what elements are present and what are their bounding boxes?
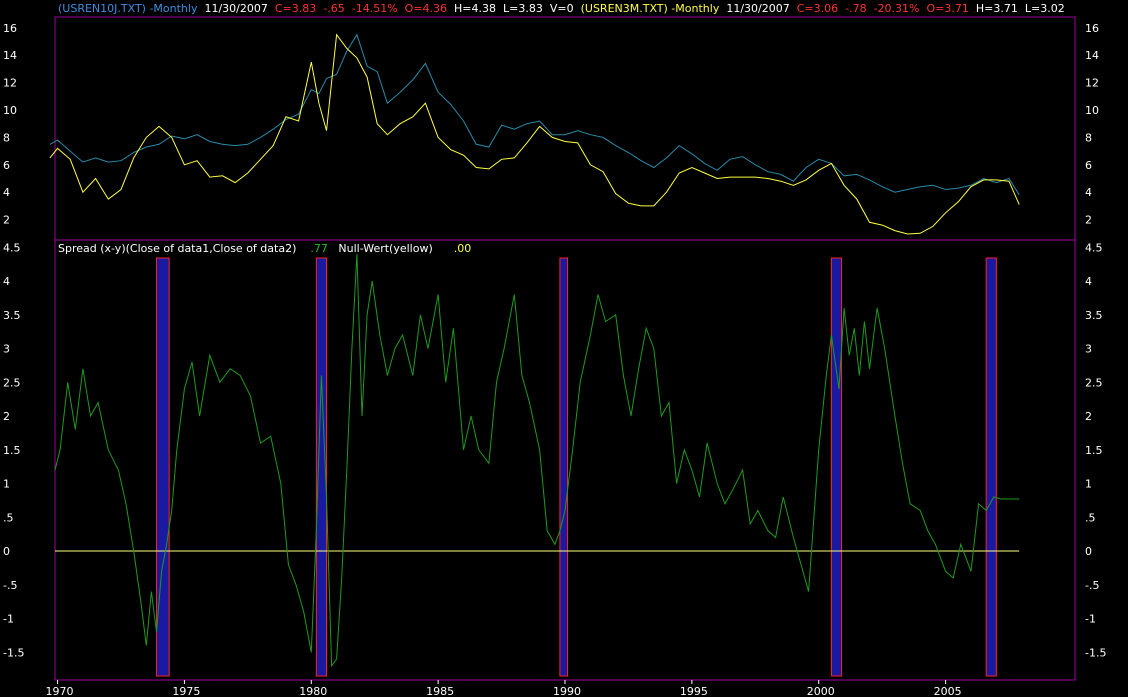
recession-bar xyxy=(559,257,569,677)
bottom-y-tick-right: 2.5 xyxy=(1085,376,1103,389)
bottom-y-tick-left: 4 xyxy=(3,275,10,288)
top-y-tick-right: 16 xyxy=(1085,22,1099,35)
recession-bar xyxy=(830,257,843,677)
bottom-y-tick-left: .5 xyxy=(3,511,14,524)
top-panel-header: (USREN10J.TXT) -Monthly 11/30/2007 C=3.8… xyxy=(58,2,1065,15)
top-panel-frame xyxy=(54,16,1076,241)
bottom-y-tick-left: 2 xyxy=(3,410,10,423)
series1-date: 11/30/2007 xyxy=(204,2,268,15)
bottom-y-tick-left: 3.5 xyxy=(3,309,21,322)
bottom-y-tick-right: 1 xyxy=(1085,478,1092,491)
x-tick-label: 1995 xyxy=(680,685,708,697)
series2-high: H=3.71 xyxy=(975,2,1018,15)
series1-name: (USREN10J.TXT) -Monthly xyxy=(58,2,198,15)
top-y-tick-left: 2 xyxy=(3,214,10,227)
top-y-tick-right: 6 xyxy=(1085,159,1092,172)
x-tick-label: 1975 xyxy=(172,685,200,697)
x-tick-label: 1985 xyxy=(426,685,454,697)
bottom-y-tick-right: 3 xyxy=(1085,343,1092,356)
top-y-tick-right: 8 xyxy=(1085,131,1092,144)
bottom-y-tick-right: 3.5 xyxy=(1085,309,1103,322)
top-y-tick-left: 10 xyxy=(3,104,17,117)
bottom-panel-series xyxy=(54,253,1020,668)
recession-bars xyxy=(155,257,997,677)
bottom-y-tick-left: -1 xyxy=(3,613,14,626)
bottom-y-tick-left: 4.5 xyxy=(3,241,21,254)
chart-canvas: 2 24 46 68 810 1012 1214 1416 16 4.5 4.54 43.5 3.53… xyxy=(3,16,1106,697)
bottom-y-tick-right: 1.5 xyxy=(1085,444,1103,457)
x-axis: 1970 1975 1980 1985 1990 1995 2000 2005 xyxy=(46,680,962,697)
bottom-y-tick-left: -.5 xyxy=(3,579,17,592)
top-y-tick-right: 4 xyxy=(1085,186,1092,199)
bottom-y-tick-right: 0 xyxy=(1085,545,1092,558)
series2-pct: -20.31% xyxy=(873,2,920,15)
x-tick-label: 1990 xyxy=(553,685,581,697)
series2-low: L=3.02 xyxy=(1024,2,1065,15)
top-y-tick-left: 16 xyxy=(3,22,17,35)
x-tick-label: 1980 xyxy=(299,685,327,697)
top-y-tick-left: 12 xyxy=(3,77,17,90)
recession-bar xyxy=(985,257,997,677)
bottom-y-tick-left: -1.5 xyxy=(3,646,24,659)
series1-open: O=4.36 xyxy=(404,2,448,15)
bottom-panel-header: Spread (x-y)(Close of data1,Close of dat… xyxy=(58,242,471,255)
series1-close: C=3.83 xyxy=(274,2,317,15)
series-10y-yield-line xyxy=(49,33,1020,196)
null-value: .00 xyxy=(453,242,472,255)
series1-pct: -14.51% xyxy=(351,2,398,15)
top-panel-border xyxy=(54,16,1076,241)
bottom-y-tick-right: 4 xyxy=(1085,275,1092,288)
series2-date: 11/30/2007 xyxy=(726,2,790,15)
series2-close: C=3.06 xyxy=(796,2,839,15)
top-y-tick-left: 4 xyxy=(3,186,10,199)
top-y-tick-right: 10 xyxy=(1085,104,1099,117)
x-tick-label: 1970 xyxy=(46,685,74,697)
series1-low: L=3.83 xyxy=(503,2,543,15)
spread-value: .77 xyxy=(310,242,328,255)
spread-line xyxy=(54,253,1020,668)
bottom-y-tick-left: 1.5 xyxy=(3,444,21,457)
top-y-tick-right: 12 xyxy=(1085,77,1099,90)
series1-high: H=4.38 xyxy=(454,2,497,15)
x-tick-label: 2000 xyxy=(807,685,835,697)
series2-open: O=3.71 xyxy=(926,2,969,15)
top-y-tick-left: 6 xyxy=(3,159,10,172)
series-3m-yield-line xyxy=(49,33,1020,235)
bottom-y-tick-left: 1 xyxy=(3,478,10,491)
bottom-y-tick-right: 4.5 xyxy=(1085,241,1103,254)
top-y-tick-right: 14 xyxy=(1085,49,1099,62)
top-panel-y-axis: 2 2 4 4 6 6 8 8 10 10 12 12 14 14 16 16 xyxy=(3,22,1099,227)
bottom-y-tick-right: -.5 xyxy=(1085,579,1099,592)
bottom-y-tick-left: 2.5 xyxy=(3,376,21,389)
spread-label: Spread (x-y)(Close of data1,Close of dat… xyxy=(58,242,297,255)
bottom-y-tick-right: 2 xyxy=(1085,410,1092,423)
series2-change: -.78 xyxy=(845,2,867,15)
top-y-tick-left: 14 xyxy=(3,49,17,62)
series1-vol: V=0 xyxy=(549,2,574,15)
bottom-y-tick-right: -1 xyxy=(1085,613,1096,626)
top-y-tick-right: 2 xyxy=(1085,214,1092,227)
bottom-y-tick-left: 0 xyxy=(3,545,10,558)
series2-name: (USREN3M.TXT) -Monthly xyxy=(580,2,720,15)
series1-change: -.65 xyxy=(323,2,345,15)
null-label: Null-Wert(yellow) xyxy=(338,242,433,255)
bottom-y-tick-right: .5 xyxy=(1085,511,1096,524)
top-y-tick-left: 8 xyxy=(3,131,10,144)
bottom-y-tick-right: -1.5 xyxy=(1085,646,1106,659)
x-tick-label: 2005 xyxy=(934,685,962,697)
bottom-y-tick-left: 3 xyxy=(3,343,10,356)
top-panel-series xyxy=(49,33,1020,235)
